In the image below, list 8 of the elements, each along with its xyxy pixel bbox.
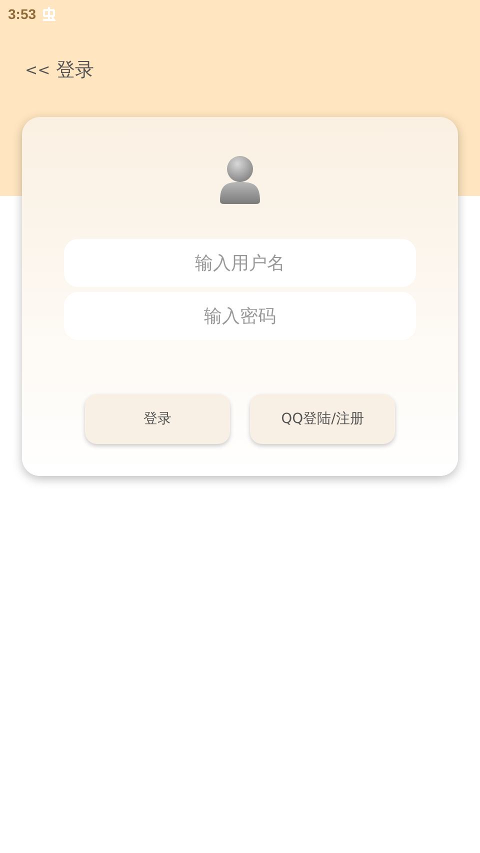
user-avatar-icon [218, 155, 262, 205]
password-field[interactable]: 输入密码 [64, 292, 416, 340]
status-time: 3:53 [8, 6, 36, 22]
qq-login-button[interactable]: QQ登陆/注册 [250, 394, 395, 444]
back-link[interactable]: << [25, 61, 50, 79]
page-title: 登录 [56, 58, 94, 83]
username-field[interactable]: 输入用户名 [64, 239, 416, 287]
login-button[interactable]: 登录 [85, 394, 230, 444]
